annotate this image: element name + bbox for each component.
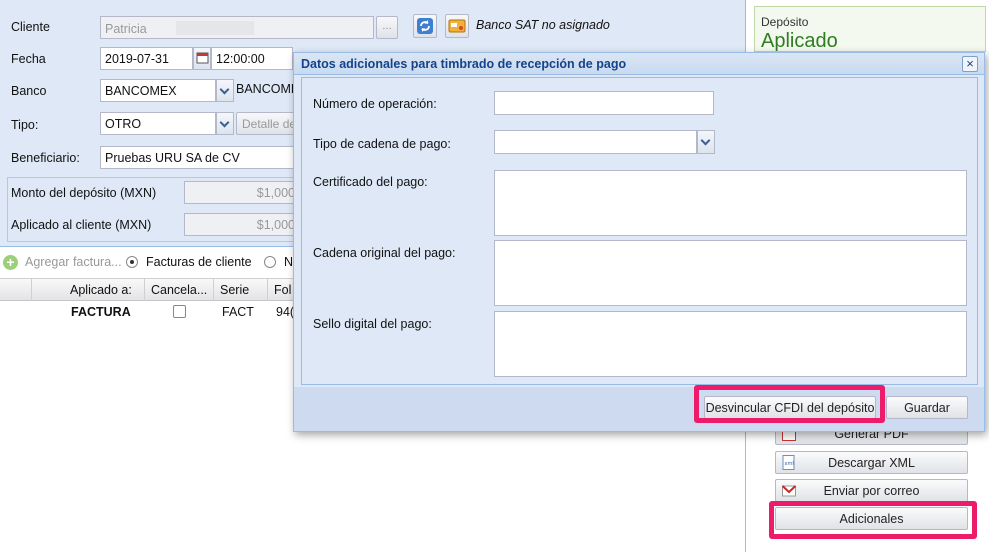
row-serie: FACT [222,305,254,319]
row-cancela-checkbox[interactable] [173,305,186,321]
dialog-title: Datos adicionales para timbrado de recep… [301,57,627,71]
guardar-button[interactable]: Guardar [886,396,968,419]
fecha-time-input[interactable]: 12:00:00 [211,47,293,70]
status-caption: Depósito [761,15,809,29]
calendar-icon [196,52,209,64]
cadena-original-label: Cadena original del pago: [313,246,456,260]
radio-other[interactable] [264,255,276,269]
xml-file-icon: xml [782,455,795,470]
banco-dropdown-trigger[interactable] [216,79,234,102]
radio-unselected-icon [264,256,276,268]
radio-selected-icon [126,256,138,268]
cliente-browse-button[interactable]: … [376,16,398,39]
email-icon [782,485,796,497]
cliente-redacted-block [176,21,255,35]
monto-deposito-field: $1,000 [184,181,300,204]
grid-header-cancela[interactable]: Cancela... [145,279,214,301]
numero-operacion-label: Número de operación: [313,97,437,111]
bank-card-button[interactable] [445,14,469,38]
aplicado-cliente-label: Aplicado al cliente (MXN) [11,218,152,232]
adicionales-label: Adicionales [839,512,904,526]
banco-extra-text: BANCOME [236,82,300,96]
svg-text:xml: xml [785,461,794,467]
enviar-correo-label: Enviar por correo [823,484,920,498]
grid-header-empty [0,279,32,301]
add-invoice-button[interactable]: Agregar factura... [25,255,122,269]
radio-facturas-cliente[interactable] [126,255,138,269]
row-folio: 94( [276,305,295,319]
sello-digital-textarea[interactable] [494,311,967,377]
bank-card-icon [448,19,466,33]
tipo-cadena-dropdown-trigger[interactable] [697,130,715,154]
add-icon: + [3,255,18,270]
radio-facturas-cliente-label: Facturas de cliente [146,255,252,269]
refresh-button[interactable] [413,14,437,38]
refresh-icon [417,18,433,34]
grid-header-aplicado[interactable]: Aplicado a: [32,279,145,301]
tipo-cadena-select[interactable] [494,130,697,154]
aplicado-cliente-field: $1,000 [184,213,300,236]
cliente-label: Cliente [11,20,50,34]
calendar-trigger[interactable] [193,47,211,70]
descargar-xml-button[interactable]: xml Descargar XML [775,451,968,474]
tipo-label: Tipo: [11,118,39,132]
descargar-xml-label: Descargar XML [828,456,915,470]
dialog-footer: Desvincular CFDI del depósito Guardar [294,387,984,431]
enviar-correo-button[interactable]: Enviar por correo [775,479,968,502]
monto-deposito-label: Monto del depósito (MXN) [11,186,157,200]
sello-digital-label: Sello digital del pago: [313,317,432,331]
chevron-down-icon [700,135,711,146]
close-icon[interactable]: × [962,56,978,72]
banco-sat-status: Banco SAT no asignado [476,18,610,32]
desvincular-cfdi-button[interactable]: Desvincular CFDI del depósito [704,396,876,419]
certificado-label: Certificado del pago: [313,175,428,189]
beneficiario-input[interactable]: Pruebas URU SA de CV [100,146,300,169]
grid-header-serie[interactable]: Serie [214,279,268,301]
tipo-select[interactable]: OTRO [100,112,216,135]
tipo-dropdown-trigger[interactable] [216,112,234,135]
dialog-body: Número de operación: Tipo de cadena de p… [301,77,978,385]
cliente-value: Patricia [105,22,147,36]
chevron-down-icon [219,117,230,128]
fecha-label: Fecha [11,52,46,66]
cliente-field[interactable]: Patricia [100,16,374,39]
fecha-date-input[interactable]: 2019-07-31 [100,47,193,70]
radio-other-label: N [284,255,294,269]
datos-adicionales-dialog: Datos adicionales para timbrado de recep… [293,52,985,432]
banco-select[interactable]: BANCOMEX [100,79,216,102]
chevron-down-icon [219,84,230,95]
certificado-textarea[interactable] [494,170,967,236]
beneficiario-label: Beneficiario: [11,151,80,165]
deposit-status-box: Depósito Aplicado [754,6,986,52]
adicionales-button[interactable]: Adicionales [775,507,968,530]
checkbox-icon [173,305,186,318]
dialog-header[interactable]: Datos adicionales para timbrado de recep… [294,53,984,75]
banco-label: Banco [11,84,47,98]
cadena-original-textarea[interactable] [494,240,967,306]
status-value: Aplicado [761,30,838,52]
numero-operacion-input[interactable] [494,91,714,115]
row-aplicado: FACTURA [71,305,131,319]
tipo-cadena-label: Tipo de cadena de pago: [313,137,451,151]
